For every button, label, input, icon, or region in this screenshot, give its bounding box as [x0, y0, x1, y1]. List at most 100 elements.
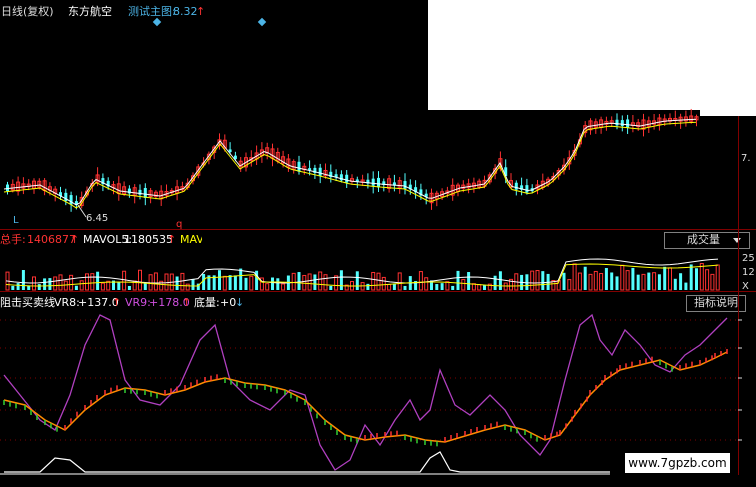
- volume-bar: [397, 272, 402, 291]
- volume-bar: [710, 273, 715, 291]
- volume-bar: [381, 276, 386, 291]
- volume-bar: [85, 273, 89, 291]
- diamond-marker: [152, 17, 162, 27]
- volume-bar: [153, 272, 158, 291]
- volume-bar: [418, 271, 423, 291]
- volume-bar: [291, 272, 296, 291]
- volume-bar: [593, 270, 598, 291]
- volume-bar: [96, 271, 100, 290]
- candle-body: [371, 178, 375, 186]
- volume-bar: [625, 270, 630, 291]
- volume-bar: [620, 264, 625, 291]
- volume-bar: [493, 275, 497, 290]
- volume-bar: [90, 273, 95, 291]
- volume-bar: [244, 277, 248, 290]
- volume-bar: [100, 282, 105, 291]
- volume-bar: [461, 279, 466, 291]
- volume-bar: [610, 272, 614, 290]
- price-volume-indicator-chart: [0, 0, 756, 475]
- volume-bar: [143, 282, 147, 290]
- volume-bar: [32, 276, 36, 291]
- volume-bar: [699, 262, 704, 291]
- volume-bar: [631, 267, 635, 290]
- volume-bar: [164, 273, 169, 291]
- volume-bar: [535, 270, 540, 291]
- volume-bar: [599, 273, 604, 291]
- candle-body: [143, 188, 147, 198]
- bottom-volume-line: [4, 451, 610, 473]
- vr8-signal-line: [3, 351, 728, 443]
- volume-bar: [583, 266, 587, 290]
- volume-bar: [705, 269, 710, 291]
- volume-bar: [424, 277, 429, 291]
- volume-bar: [371, 271, 376, 291]
- volume-bar: [572, 263, 577, 291]
- volume-bar: [228, 275, 232, 290]
- candle-body: [377, 177, 380, 188]
- volume-bar: [138, 269, 142, 291]
- volume-bar: [456, 270, 460, 290]
- volume-bar: [117, 282, 121, 290]
- volume-bar: [69, 274, 74, 291]
- volume-bar: [233, 275, 237, 290]
- volume-bar: [451, 285, 455, 290]
- volume-bar: [467, 272, 471, 290]
- candle-body: [403, 181, 407, 189]
- volume-bar: [541, 271, 545, 290]
- volume-bar: [249, 275, 254, 291]
- volume-bar: [11, 285, 15, 290]
- volume-bar: [636, 274, 640, 290]
- volume-bar: [271, 277, 274, 290]
- volume-bar: [58, 274, 63, 291]
- volume-bar: [647, 272, 651, 290]
- volume-bar: [695, 268, 698, 290]
- candle-body: [525, 185, 529, 193]
- volume-bar: [376, 272, 381, 291]
- volume-bar: [684, 282, 688, 290]
- volume-bar: [652, 272, 657, 291]
- volume-bar: [715, 264, 720, 291]
- volume-bar: [21, 270, 25, 290]
- volume-bar: [43, 278, 47, 290]
- candle-body: [514, 182, 518, 190]
- candle-body: [620, 120, 624, 127]
- volume-bar: [122, 270, 127, 291]
- volume-bar: [313, 274, 317, 290]
- volume-bar: [588, 273, 593, 291]
- volume-bar: [673, 278, 677, 290]
- volume-bar: [281, 283, 286, 291]
- volume-bar: [615, 276, 619, 290]
- volume-bar: [307, 273, 312, 291]
- volume-bar: [48, 278, 52, 290]
- volume-bar: [403, 285, 407, 290]
- candle-body: [626, 119, 630, 128]
- volume-bar: [440, 283, 444, 290]
- blank-region: [428, 0, 756, 110]
- volume-bar: [74, 285, 78, 290]
- volume-bar: [222, 275, 227, 291]
- volume-bar: [530, 270, 535, 291]
- candle-body: [6, 184, 9, 192]
- volume-bar: [218, 270, 221, 290]
- volume-bar: [567, 279, 572, 291]
- volume-bar: [689, 264, 693, 290]
- volume-bar: [16, 283, 20, 290]
- volume-bar: [79, 280, 84, 291]
- volume-bar: [339, 270, 343, 290]
- stock-chart-window: 日线(复权) 东方航空 测试主图: 8.32 ↑ 6.45 7. L q 总手:…: [0, 0, 756, 487]
- volume-bar: [657, 274, 661, 290]
- volume-bar: [239, 268, 243, 290]
- volume-bar: [477, 284, 482, 291]
- candle-body: [69, 195, 73, 205]
- candle-body: [318, 167, 322, 176]
- volume-bar: [679, 273, 683, 290]
- volume-bar: [175, 276, 179, 290]
- volume-bar: [323, 274, 328, 291]
- volume-bar: [562, 272, 566, 290]
- volume-bar: [185, 283, 190, 291]
- volume-bar: [37, 284, 41, 290]
- ma-line-white: [3, 118, 697, 206]
- candle-body: [345, 174, 349, 183]
- candle-body: [615, 119, 619, 126]
- volume-bar: [387, 283, 392, 291]
